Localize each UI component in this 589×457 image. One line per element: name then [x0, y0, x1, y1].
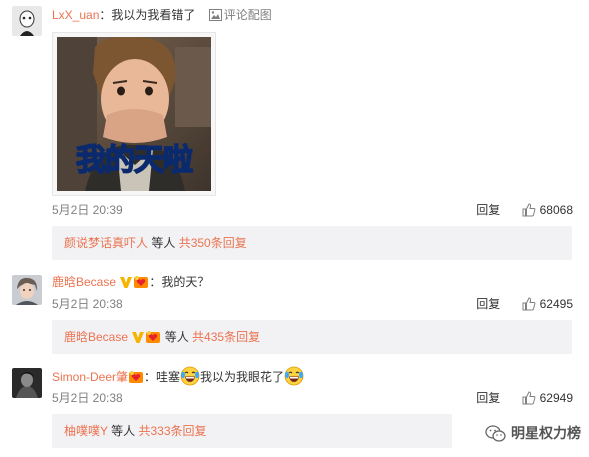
comment-time: 5月2日 20:38	[52, 391, 123, 405]
like-button[interactable]: 62949	[522, 391, 573, 405]
thumb-up-icon	[522, 391, 536, 405]
comment-username[interactable]: LxX_uan	[52, 8, 99, 22]
comment-text-continued: 我以为我眼花了	[200, 370, 285, 384]
like-count: 62495	[539, 297, 573, 311]
verified-v-icon	[132, 332, 145, 343]
reply-summary[interactable]: 柚噗噗Y 等人 共333条回复	[52, 414, 452, 448]
verified-v-icon	[120, 277, 133, 288]
reply-summary-mid: 等人	[148, 236, 179, 250]
reply-summary-mid: 等人	[107, 424, 139, 438]
reply-button[interactable]: 回复	[476, 297, 500, 311]
avatar[interactable]	[12, 6, 42, 36]
comment-username[interactable]: 鹿晗Becase	[52, 275, 116, 289]
wechat-icon	[485, 425, 506, 442]
love-badge-icon	[129, 371, 144, 383]
comment-time: 5月2日 20:38	[52, 297, 123, 311]
like-button[interactable]: 62495	[522, 297, 573, 311]
reply-button[interactable]: 回复	[476, 391, 500, 405]
reply-summary-user[interactable]: 颜说梦话真吓人	[64, 236, 148, 250]
laugh-cry-emoji	[284, 366, 304, 386]
love-badge-icon	[134, 276, 149, 288]
comment-text: ：我以为我看错了	[99, 8, 196, 22]
avatar[interactable]	[12, 275, 42, 305]
comment-image-link[interactable]: 评论配图	[208, 8, 272, 22]
reply-summary-count[interactable]: 共350条回复	[179, 236, 247, 250]
thumb-up-icon	[522, 203, 536, 217]
thumb-up-icon	[522, 297, 536, 311]
comment-actions: 回复 68068	[476, 201, 573, 218]
comment-sticker-image[interactable]: 我的天啦	[52, 32, 216, 196]
love-badge-icon	[146, 331, 161, 343]
reply-summary[interactable]: 颜说梦话真吓人 等人 共350条回复	[52, 226, 572, 260]
like-count: 68068	[539, 203, 573, 217]
watermark-text: 明星权力榜	[511, 425, 581, 441]
image-icon	[208, 9, 222, 21]
laugh-cry-emoji	[180, 366, 200, 386]
watermark: 明星权力榜	[485, 423, 581, 443]
reply-summary-user[interactable]: 柚噗噗Y	[64, 424, 108, 438]
reply-button[interactable]: 回复	[476, 203, 500, 217]
comment-actions: 回复 62949	[476, 389, 573, 406]
avatar[interactable]	[12, 368, 42, 398]
comment-username[interactable]: Simon-Deer肇	[52, 370, 128, 384]
reply-summary-count[interactable]: 共435条回复	[192, 330, 260, 344]
comment-text: ：哇塞	[144, 370, 181, 384]
sticker-caption: 我的天啦	[75, 142, 194, 179]
reply-summary-mid: 等人	[161, 330, 193, 344]
comment-actions: 回复 62495	[476, 295, 573, 312]
reply-summary[interactable]: 鹿晗Becase 等人 共435条回复	[52, 320, 572, 354]
reply-summary-count[interactable]: 共333条回复	[138, 424, 206, 438]
comment-time: 5月2日 20:39	[52, 203, 123, 217]
comment-text: ：我的天？	[149, 275, 210, 289]
like-count: 62949	[539, 391, 573, 405]
comment-image-label: 评论配图	[223, 8, 272, 22]
reply-summary-user[interactable]: 鹿晗Becase	[64, 330, 128, 344]
like-button[interactable]: 68068	[522, 203, 573, 217]
